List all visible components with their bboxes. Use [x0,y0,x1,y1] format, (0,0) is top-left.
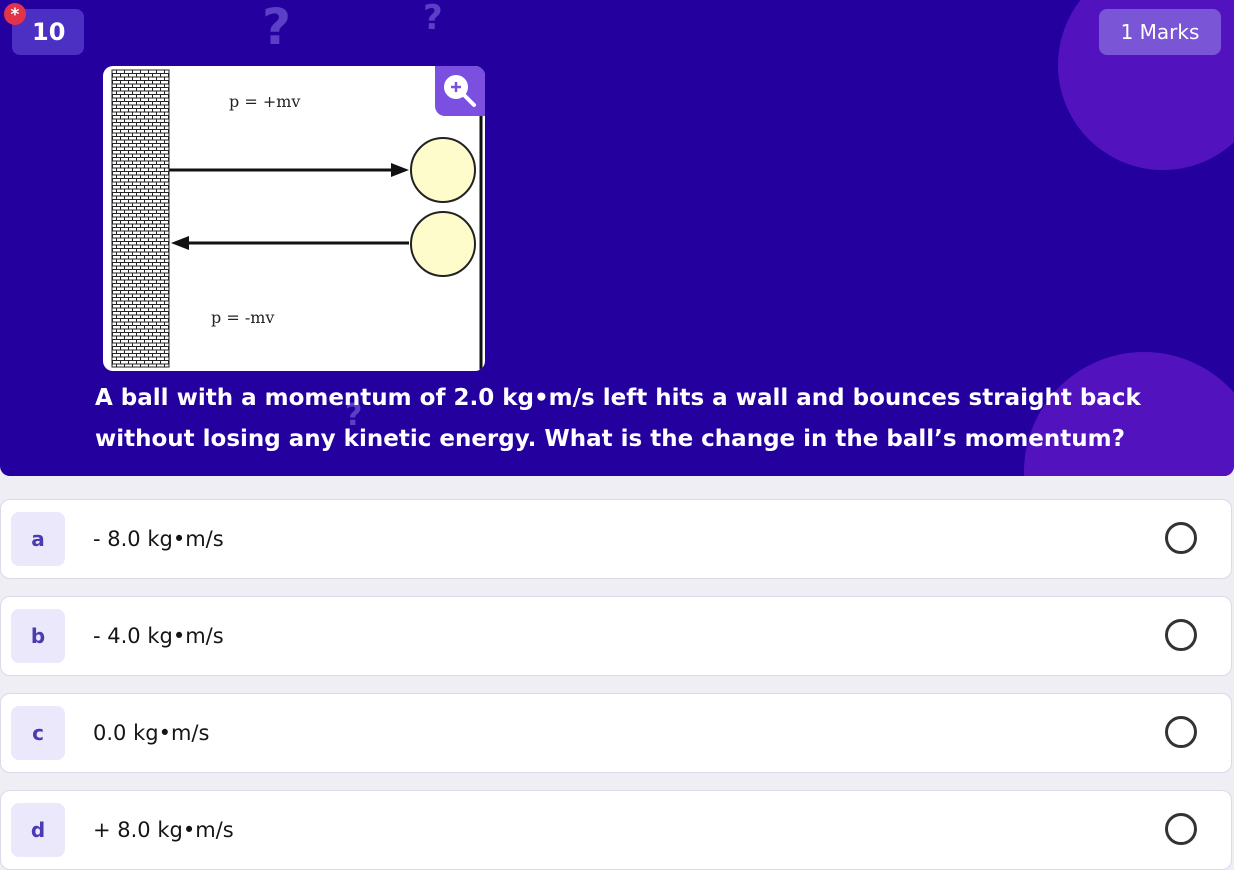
top-momentum-label: p = +mv [229,92,300,111]
question-text: A ball with a momentum of 2.0 kg•m/s lef… [95,385,1141,452]
option-text: - 8.0 kg•m/s [93,527,224,551]
radio-button[interactable] [1165,522,1197,554]
decorative-question-mark: ? [262,0,292,56]
option-a[interactable]: a - 8.0 kg•m/s [0,499,1232,579]
option-letter: a [11,512,65,566]
radio-button[interactable] [1165,813,1197,845]
radio-button[interactable] [1165,716,1197,748]
required-marker: * [4,3,26,25]
question-header: ? ? ? 10 * 1 Marks p = +mv p = -mv A bal… [0,0,1234,476]
option-b[interactable]: b - 4.0 kg•m/s [0,596,1232,676]
option-text: 0.0 kg•m/s [93,721,210,745]
question-image: p = +mv p = -mv [103,66,485,371]
marks-badge: 1 Marks [1099,9,1221,55]
zoom-image-button[interactable] [435,66,485,116]
decorative-question-mark: ? [423,0,443,38]
option-d[interactable]: d + 8.0 kg•m/s [0,790,1232,870]
option-letter: b [11,609,65,663]
momentum-diagram: p = +mv p = -mv [111,66,483,371]
radio-button[interactable] [1165,619,1197,651]
ball-rebound [410,211,476,277]
zoom-in-icon [444,75,476,107]
option-letter: c [11,706,65,760]
right-arrowhead [391,163,409,177]
bottom-momentum-label: p = -mv [211,308,274,327]
option-letter: d [11,803,65,857]
option-text: + 8.0 kg•m/s [93,818,234,842]
option-text: - 4.0 kg•m/s [93,624,224,648]
left-arrowhead [171,236,189,250]
option-c[interactable]: c 0.0 kg•m/s [0,693,1232,773]
ball-incoming [410,137,476,203]
brick-wall [111,69,170,368]
